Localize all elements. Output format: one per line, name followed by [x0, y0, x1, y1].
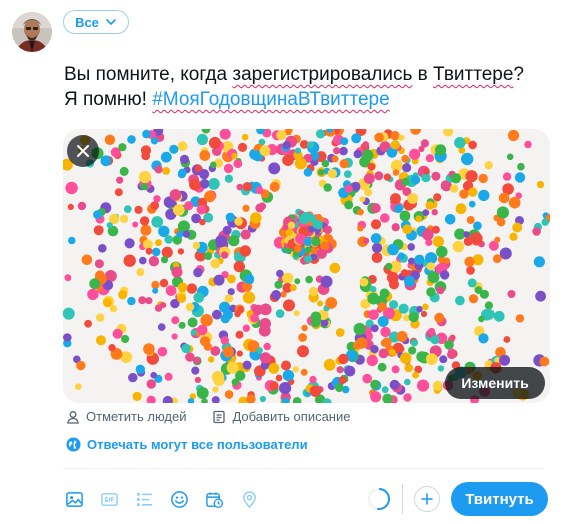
plus-icon [421, 493, 433, 505]
reply-setting-label: Отвечать могут все пользователи [87, 437, 308, 452]
image-icon [65, 491, 83, 507]
remove-media-button[interactable] [67, 135, 99, 167]
poll-icon [136, 492, 152, 506]
hashtag-link[interactable]: #МояГодовщинаВТвиттере [152, 89, 389, 110]
tweet-text-editor[interactable]: Вы помните, когда зарегистрировались в Т… [64, 62, 554, 112]
tweet-text-segment: Вы помните, когда [64, 64, 233, 85]
media-actions: Отметить людей Добавить описание [66, 409, 350, 424]
add-image-button[interactable] [63, 484, 85, 514]
tag-people-label: Отметить людей [86, 409, 187, 424]
add-description-label: Добавить описание [232, 409, 351, 424]
add-gif-button[interactable] [98, 484, 120, 514]
location-icon [242, 490, 256, 508]
close-icon [77, 145, 89, 157]
confetti-nine-image [63, 129, 550, 403]
schedule-icon [205, 491, 223, 508]
compose-toolbar [63, 484, 260, 514]
add-thread-tweet-button[interactable] [414, 486, 440, 512]
tweet-text-segment: ? [513, 64, 524, 85]
tag-people-button[interactable]: Отметить людей [66, 409, 186, 424]
audience-dropdown[interactable]: Все [63, 10, 129, 34]
misspelled-word: Твиттере [433, 64, 514, 85]
document-icon [213, 410, 226, 423]
edit-media-button[interactable]: Изменить [445, 367, 545, 399]
add-emoji-button[interactable] [168, 484, 190, 514]
emoji-icon [170, 490, 188, 508]
add-location-button[interactable] [238, 484, 260, 514]
character-count-progress [368, 488, 390, 510]
add-description-button[interactable]: Добавить описание [212, 409, 350, 424]
misspelled-word: зарегистрировались [232, 64, 413, 85]
avatar[interactable] [12, 12, 52, 52]
tweet-button[interactable]: Твитнуть [451, 482, 548, 516]
schedule-button[interactable] [203, 484, 225, 514]
attached-image [63, 129, 550, 403]
audience-label: Все [75, 14, 99, 30]
divider [63, 468, 544, 469]
add-poll-button[interactable] [133, 484, 155, 514]
chevron-down-icon [106, 19, 116, 25]
toolbar-separator [402, 484, 403, 514]
gif-icon [100, 492, 118, 506]
person-icon [67, 410, 79, 424]
tweet-text-segment: в [412, 64, 434, 85]
tweet-text-segment: Я помню! [64, 89, 153, 110]
globe-icon [66, 437, 81, 452]
reply-setting-button[interactable]: Отвечать могут все пользователи [66, 437, 308, 452]
